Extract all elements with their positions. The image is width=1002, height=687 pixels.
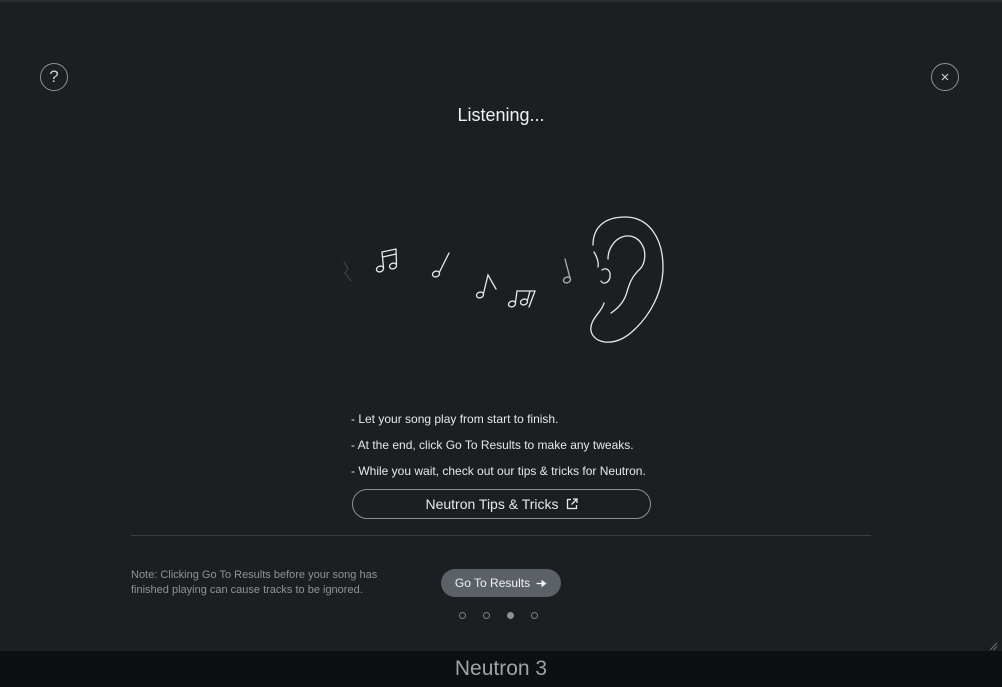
tips-button-label: Neutron Tips & Tricks [425,496,559,512]
neutron-tips-button[interactable]: Neutron Tips & Tricks [352,489,651,519]
results-note: Note: Clicking Go To Results before your… [131,569,378,596]
single-note-icon [431,252,450,278]
go-to-results-button[interactable]: Go To Results [441,569,561,597]
external-link-icon [566,498,578,510]
ear-icon [590,216,664,343]
resize-grip-icon[interactable] [989,642,998,651]
double-note-icon [375,248,398,273]
page-dot[interactable] [483,612,490,619]
go-to-results-label: Go To Results [454,576,531,590]
caret-note-icon [475,273,497,299]
beamed-notes-icon [507,290,536,308]
faded-note-icon [343,261,352,282]
pagination-dots [459,612,538,619]
footer-bar: Neutron 3 [0,651,1002,687]
small-note-icon [562,258,572,284]
close-button[interactable] [931,63,959,91]
page-dot-active[interactable] [507,612,514,619]
instruction-item: - While you wait, check out our tips & t… [351,464,646,478]
instruction-item: - At the end, click Go To Results to mak… [351,438,634,452]
instructions-list: - Let your song play from start to finis… [351,411,671,489]
close-icon [941,73,949,81]
arrow-right-icon [536,579,547,587]
page-dot[interactable] [459,612,466,619]
listening-dialog: ? Listening... - Let your song play from… [0,2,1002,651]
ear-listening-illustration [343,216,664,343]
divider [131,535,871,536]
dialog-title: Listening... [457,105,545,125]
page-dot[interactable] [531,612,538,619]
product-name: Neutron 3 [454,657,548,680]
instruction-item: - Let your song play from start to finis… [351,412,559,426]
help-button[interactable]: ? [40,63,68,91]
question-mark-icon: ? [49,67,59,86]
